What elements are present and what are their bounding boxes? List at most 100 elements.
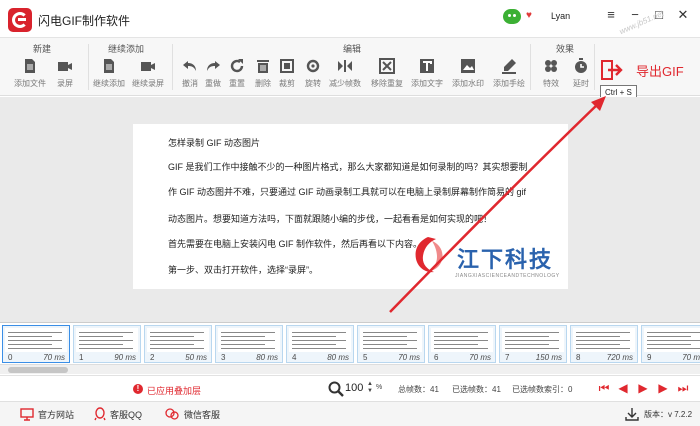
toolbar-divider	[88, 44, 89, 90]
add-handwriting-label: 添加手绘	[493, 79, 525, 88]
zoom-unit: %	[376, 384, 383, 391]
export-icon	[600, 59, 626, 81]
title-bar: 闪电GIF制作软件 ♥ Lyan ≡ − □ ✕ www.jb51.net	[0, 0, 700, 38]
frame-thumbnail-image	[431, 328, 493, 352]
support-qq-link[interactable]: 客服QQ	[110, 408, 142, 421]
preview-canvas[interactable]: 怎样录制 GIF 动态图片 GIF 是我们工作中接触不少的一种图片格式，那么大家…	[0, 97, 700, 322]
record-button[interactable]: 录屏	[48, 58, 82, 89]
monitor-icon	[20, 408, 34, 421]
append-add-label: 继续添加	[93, 79, 125, 88]
add-text-button[interactable]: 添加文字	[410, 58, 444, 89]
rotate-icon	[305, 58, 321, 74]
frame-thumbnail[interactable]: 8 720 ms	[570, 325, 638, 363]
first-frame-icon[interactable]: ⏮	[597, 381, 611, 395]
file-icon	[22, 58, 38, 74]
frame-index: 2	[150, 353, 155, 362]
add-file-label: 添加文件	[14, 79, 46, 88]
frame-index: 7	[505, 353, 510, 362]
user-name[interactable]: Lyan	[551, 11, 570, 21]
frame-thumbnail[interactable]: 2 50 ms	[144, 325, 212, 363]
crop-icon	[279, 58, 295, 74]
scrollbar-thumb[interactable]	[8, 367, 68, 373]
add-file-button[interactable]: 添加文件	[13, 58, 47, 89]
frame-thumbnail[interactable]: 4 80 ms	[286, 325, 354, 363]
doc-line: 首先需要在电脑上安装闪电 GIF 制作软件，然后再看以下内容。	[168, 239, 423, 249]
prev-frame-icon[interactable]: ◀	[616, 381, 630, 395]
append-record-button[interactable]: 继续录屏	[131, 58, 165, 89]
remove-duplicate-icon	[379, 58, 395, 74]
effects-button[interactable]: 特效	[534, 58, 568, 89]
add-handwriting-button[interactable]: 添加手绘	[492, 58, 526, 89]
frame-index: 4	[292, 353, 297, 362]
append-add-button[interactable]: 继续添加	[92, 58, 126, 89]
add-text-label: 添加文字	[411, 79, 443, 88]
doc-line: 怎样录制 GIF 动态图片	[168, 138, 260, 148]
frame-thumbnail-image	[573, 328, 635, 352]
play-icon[interactable]: ▶	[636, 381, 650, 395]
warning-icon: !	[133, 384, 143, 394]
text-icon	[419, 58, 435, 74]
toolbar: 新建 继续添加 编辑 效果 添加文件 录屏 继续添加 继续录屏 撤消 重做 重置…	[0, 38, 700, 96]
toolbar-divider	[594, 44, 595, 90]
official-website-link[interactable]: 官方网站	[38, 408, 74, 421]
remove-duplicate-button[interactable]: 移除重复	[370, 58, 404, 89]
doc-line: 第一步、双击打开软件，选择“录屏”。	[168, 265, 318, 275]
wechat-support-icon	[165, 408, 179, 420]
group-title-effects: 效果	[556, 44, 575, 54]
append-record-label: 继续录屏	[132, 79, 164, 88]
total-frames: 总帧数：41	[398, 385, 439, 394]
frame-thumbnail[interactable]: 1 90 ms	[73, 325, 141, 363]
export-gif-button[interactable]: 导出GIF	[600, 55, 696, 87]
record-label: 录屏	[57, 79, 73, 88]
selected-frames: 已选帧数：41	[452, 385, 501, 394]
doc-line: GIF 是我们工作中接触不少的一种图片格式，那么大家都知道是如何录制的吗？其实想…	[168, 162, 528, 172]
refresh-icon	[229, 58, 245, 74]
frame-thumbnail-image	[360, 328, 422, 352]
brand-logo-icon	[415, 237, 443, 273]
menu-icon[interactable]: ≡	[602, 6, 620, 24]
frame-index: 9	[647, 353, 652, 362]
app-logo-icon	[8, 8, 32, 32]
timeline-scrollbar[interactable]	[0, 364, 700, 374]
frame-index: 5	[363, 353, 368, 362]
reduce-frames-button[interactable]: 减少帧数	[328, 58, 362, 89]
selected-index: 已选帧数索引：0	[512, 385, 573, 394]
frame-thumbnail[interactable]: 0 70 ms	[2, 325, 70, 363]
heart-icon[interactable]: ♥	[526, 10, 532, 21]
frame-thumbnail[interactable]: 3 80 ms	[215, 325, 283, 363]
frame-delay: 80 ms	[327, 353, 349, 362]
file-icon	[101, 58, 117, 74]
frame-delay: 70 ms	[398, 353, 420, 362]
frame-index: 3	[221, 353, 226, 362]
zoom-input[interactable]: 100	[345, 382, 363, 394]
frame-thumbnail[interactable]: 7 150 ms	[499, 325, 567, 363]
frame-thumbnail-image	[644, 328, 700, 352]
group-title-edit: 编辑	[343, 44, 362, 54]
frame-timeline: 0 70 ms 1 90 ms 2 50 ms 3 80 ms 4 80 ms 5 70 ms 6 70 …	[0, 322, 700, 364]
frame-thumbnail[interactable]: 5 70 ms	[357, 325, 425, 363]
delay-button[interactable]: 延时	[564, 58, 598, 89]
close-icon[interactable]: ✕	[674, 6, 692, 24]
wechat-icon[interactable]	[503, 9, 521, 24]
rotate-button[interactable]: 旋转	[296, 58, 330, 89]
frame-thumbnail[interactable]: 9 70 ms	[641, 325, 700, 363]
last-frame-icon[interactable]: ⏭	[676, 381, 690, 395]
frame-index: 8	[576, 353, 581, 362]
zoom-stepper[interactable]: ▲ ▼	[367, 381, 373, 395]
group-title-append: 继续添加	[108, 44, 145, 54]
frame-delay: 720 ms	[606, 353, 633, 362]
reduce-frames-label: 减少帧数	[329, 79, 361, 88]
frame-delay: 70 ms	[682, 353, 700, 362]
next-frame-icon[interactable]: ▶	[656, 381, 670, 395]
frame-thumbnail-image	[502, 328, 564, 352]
frame-thumbnail[interactable]: 6 70 ms	[428, 325, 496, 363]
status-bar: ! 已应用叠加层 100 ▲ ▼ % 总帧数：41 已选帧数：41 已选帧数索引：…	[0, 375, 700, 401]
add-watermark-label: 添加水印	[452, 79, 484, 88]
toolbar-divider	[530, 44, 531, 90]
frame-thumbnail-image	[147, 328, 209, 352]
footer: 官方网站 客服QQ 微信客服 版本：v 7.2.2	[0, 401, 700, 426]
wechat-support-link[interactable]: 微信客服	[184, 408, 220, 421]
frame-delay: 150 ms	[535, 353, 562, 362]
add-watermark-button[interactable]: 添加水印	[451, 58, 485, 89]
timer-icon	[573, 58, 589, 74]
